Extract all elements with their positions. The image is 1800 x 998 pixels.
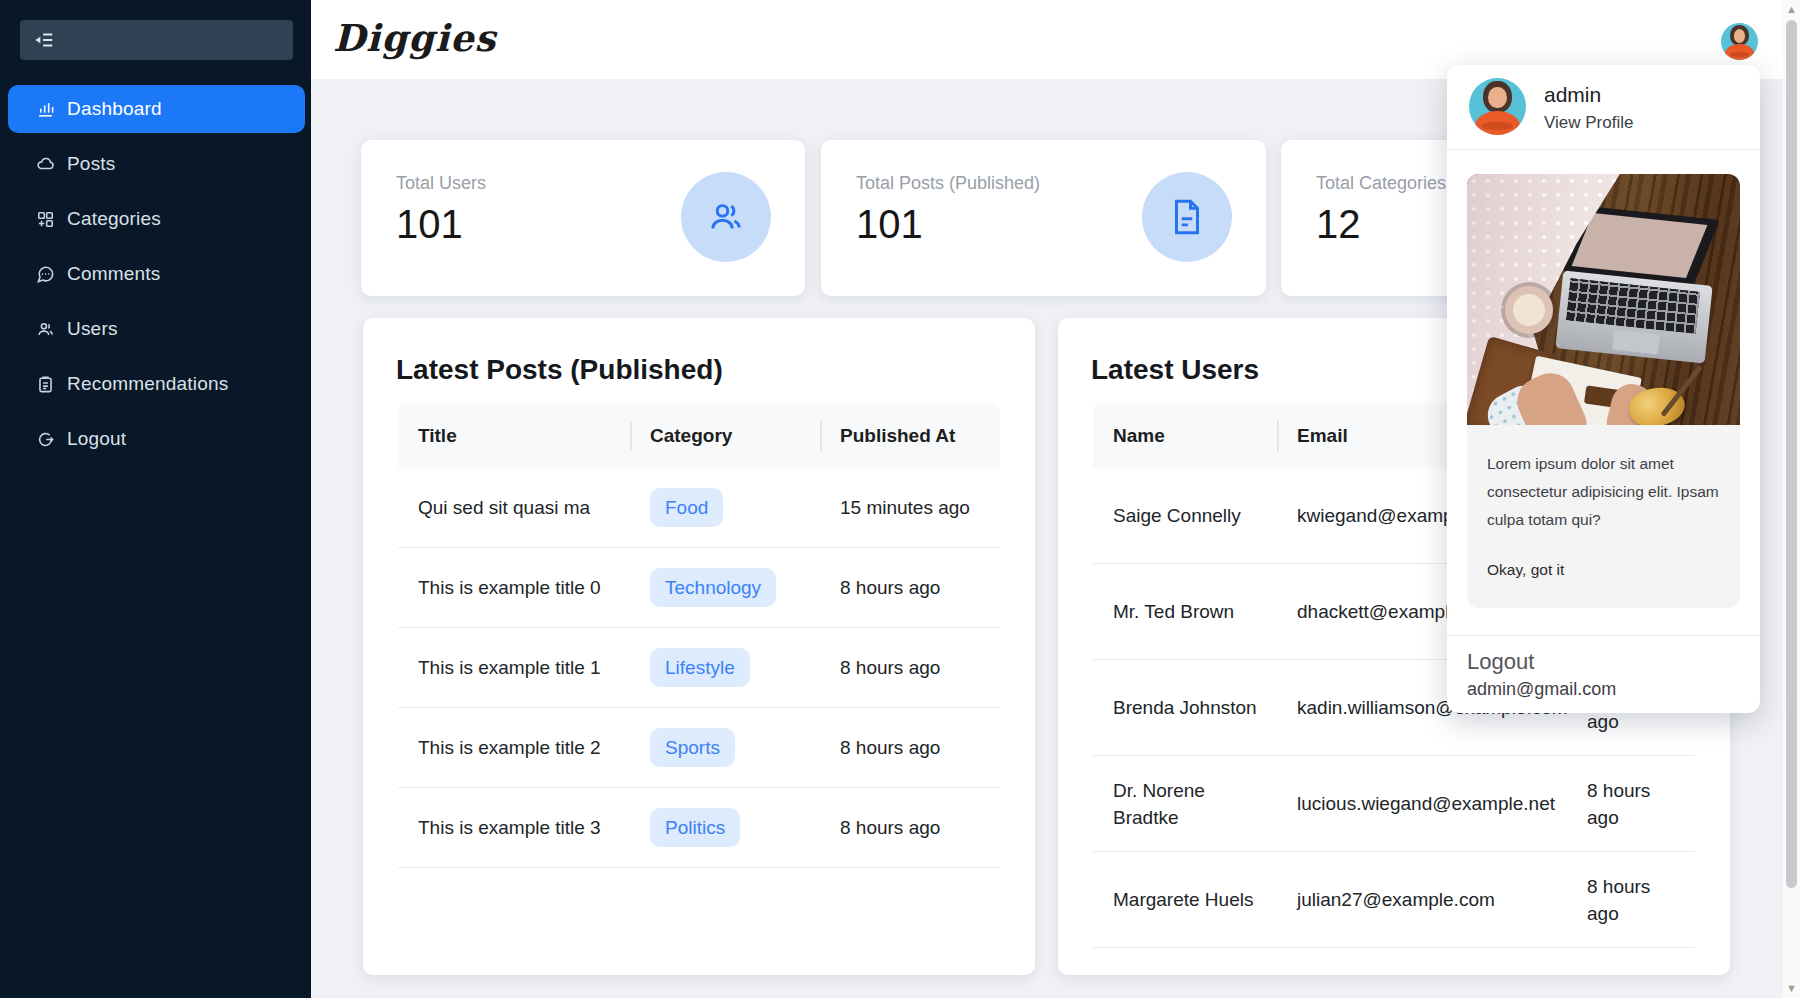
chat-bubble-icon — [36, 265, 55, 284]
sidebar-item-posts[interactable]: Posts — [8, 140, 305, 188]
sidebar-item-categories[interactable]: Categories — [8, 195, 305, 243]
table-row: Qui sed sit quasi ma Food 15 minutes ago — [398, 468, 1000, 548]
view-profile-link[interactable]: View Profile — [1544, 113, 1633, 133]
sidebar-item-label: Users — [67, 318, 118, 340]
divider — [1447, 635, 1760, 636]
people-icon — [36, 320, 55, 339]
published-at: 8 hours ago — [820, 574, 1000, 601]
category-badge: Sports — [650, 728, 735, 767]
sidebar-item-label: Recommendations — [67, 373, 228, 395]
user-avatar[interactable] — [1721, 23, 1758, 60]
stat-card-total-posts: Total Posts (Published) 101 — [821, 140, 1266, 296]
category-badge: Technology — [650, 568, 776, 607]
category-grid-icon — [36, 210, 55, 229]
user-created-at: 8 hours ago — [1567, 777, 1695, 831]
post-title: Qui sed sit quasi ma — [398, 494, 630, 521]
published-at: 8 hours ago — [820, 654, 1000, 681]
sidebar-item-label: Dashboard — [67, 98, 162, 120]
people-icon — [681, 172, 771, 262]
post-title: This is example title 0 — [398, 574, 630, 601]
dismiss-button[interactable]: Okay, got it — [1487, 561, 1740, 579]
desk-photo — [1467, 174, 1740, 425]
scrollbar-thumb[interactable] — [1786, 20, 1797, 888]
category-badge: Food — [650, 488, 723, 527]
user-created-at: 8 hours ago — [1567, 873, 1695, 927]
sidebar-item-comments[interactable]: Comments — [8, 250, 305, 298]
profile-email: admin@gmail.com — [1467, 679, 1616, 700]
sidebar-item-logout[interactable]: Logout — [8, 415, 305, 463]
user-email: julian27@example.com — [1277, 886, 1567, 913]
sidebar-collapse-button[interactable] — [20, 20, 293, 60]
table-row: This is example title 1 Lifestyle 8 hour… — [398, 628, 1000, 708]
category-badge: Politics — [650, 808, 740, 847]
published-at: 15 minutes ago — [820, 494, 1000, 521]
bar-chart-icon — [36, 100, 55, 119]
logout-link[interactable]: Logout — [1467, 649, 1534, 675]
user-name: Brenda Johnston — [1093, 694, 1277, 721]
sidebar-item-recommendations[interactable]: Recommendations — [8, 360, 305, 408]
sidebar-item-label: Comments — [67, 263, 160, 285]
promo-message: Lorem ipsum dolor sit amet consectetur a… — [1467, 425, 1740, 608]
sidebar-item-users[interactable]: Users — [8, 305, 305, 353]
profile-dropdown: admin View Profile Lorem ipsum dolor s — [1447, 65, 1760, 713]
table-row: This is example title 0 Technology 8 hou… — [398, 548, 1000, 628]
stat-label: Total Categories — [1316, 173, 1446, 194]
app-logo[interactable]: Diggies — [333, 16, 496, 60]
published-at: 8 hours ago — [820, 814, 1000, 841]
logout-icon — [36, 430, 55, 449]
table-row: Dr. Norene Bradtke lucious.wiegand@examp… — [1093, 756, 1695, 852]
user-email: lucious.wiegand@example.net — [1277, 790, 1567, 817]
user-name: Margarete Huels — [1093, 886, 1277, 913]
sidebar-item-label: Logout — [67, 428, 126, 450]
sidebar: Dashboard Posts Categories Comments User… — [0, 0, 311, 998]
post-title: This is example title 3 — [398, 814, 630, 841]
cloud-icon — [36, 155, 55, 174]
sidebar-item-dashboard[interactable]: Dashboard — [8, 85, 305, 133]
latest-posts-table: Title Category Published At Qui sed sit … — [398, 403, 1000, 868]
stat-value: 101 — [396, 202, 463, 247]
latest-posts-card: Latest Posts (Published) Title Category … — [363, 318, 1035, 975]
sidebar-item-label: Posts — [67, 153, 116, 175]
stat-label: Total Users — [396, 173, 486, 194]
table-row: Margarete Huels julian27@example.com 8 h… — [1093, 852, 1695, 948]
profile-promo-card: Lorem ipsum dolor sit amet consectetur a… — [1467, 174, 1740, 608]
clipboard-icon — [36, 375, 55, 394]
user-name: Saige Connelly — [1093, 502, 1277, 529]
published-at: 8 hours ago — [820, 734, 1000, 761]
stat-value: 101 — [856, 202, 923, 247]
column-header-published-at: Published At — [820, 403, 1000, 468]
user-name: Mr. Ted Brown — [1093, 598, 1277, 625]
scrollbar[interactable]: ▲ ▼ — [1783, 0, 1800, 998]
stat-label: Total Posts (Published) — [856, 173, 1040, 194]
outdent-icon — [33, 29, 55, 51]
table-header: Title Category Published At — [398, 403, 1000, 468]
profile-avatar — [1469, 78, 1526, 135]
profile-dropdown-header: admin View Profile — [1447, 65, 1760, 150]
table-row: This is example title 3 Politics 8 hours… — [398, 788, 1000, 868]
profile-username: admin — [1544, 83, 1601, 107]
post-title: This is example title 2 — [398, 734, 630, 761]
card-title: Latest Posts (Published) — [396, 354, 723, 386]
card-title: Latest Users — [1091, 354, 1259, 386]
scroll-up-arrow[interactable]: ▲ — [1786, 4, 1797, 15]
stat-value: 12 — [1316, 202, 1361, 247]
table-row: This is example title 2 Sports 8 hours a… — [398, 708, 1000, 788]
sidebar-item-label: Categories — [67, 208, 161, 230]
category-badge: Lifestyle — [650, 648, 750, 687]
document-icon — [1142, 172, 1232, 262]
post-title: This is example title 1 — [398, 654, 630, 681]
user-name: Dr. Norene Bradtke — [1093, 777, 1277, 831]
column-header-category: Category — [630, 403, 820, 468]
stat-card-total-users: Total Users 101 — [361, 140, 805, 296]
scroll-down-arrow[interactable]: ▼ — [1786, 983, 1797, 994]
column-header-name: Name — [1093, 403, 1277, 468]
column-header-title: Title — [398, 403, 630, 468]
